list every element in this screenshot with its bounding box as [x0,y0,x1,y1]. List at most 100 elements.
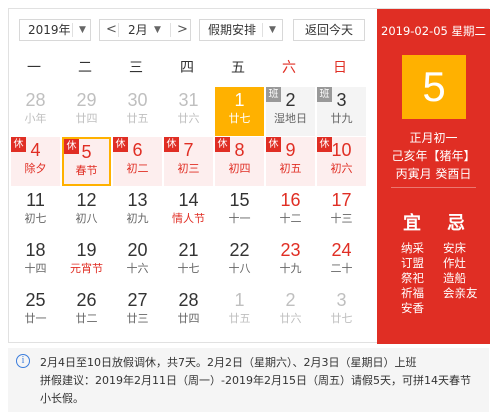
lunar-day-label: 初八 [75,212,98,225]
chevron-down-icon: ▼ [154,25,161,35]
lunar-day-label: 廿六 [177,112,200,125]
day-cell[interactable]: 22 十八 [215,237,264,286]
day-cell[interactable]: 31 廿六 [164,87,213,136]
lunar-day-label: 春节 [75,164,98,177]
day-cell[interactable]: 休 4 除夕 [11,137,60,186]
lunar-day-label: 十三 [330,212,353,225]
ji-label: 忌 [447,213,465,234]
holiday-select[interactable]: 假期安排 ▼ [199,19,283,41]
day-cell[interactable]: 23 十九 [266,237,315,286]
day-cell[interactable]: 13 初九 [113,187,162,236]
day-cell[interactable]: 12 初八 [62,187,111,236]
day-number: 7 [183,140,194,160]
day-number: 24 [331,240,352,260]
next-month-button[interactable]: > [177,20,188,40]
lunar-day-label: 廿七 [228,112,251,125]
day-number: 3 [336,90,347,110]
day-number: 16 [280,190,301,210]
day-number: 15 [229,190,250,210]
lunar-day-label: 情人节 [172,212,205,225]
lunar-day-label: 廿一 [24,312,47,325]
day-cell[interactable]: 17 十三 [317,187,366,236]
weekday-label: 三 [129,60,143,76]
day-number: 28 [178,290,199,310]
month-select-value: 2月 [128,23,148,37]
day-number: 29 [76,90,97,110]
lunar-day-label: 小年 [24,112,47,125]
day-number: 21 [178,240,199,260]
day-cell[interactable]: 15 十一 [215,187,264,236]
lunar-day-label: 廿三 [126,312,149,325]
lunar-day-label: 二十 [330,262,353,275]
day-cell[interactable]: 24 二十 [317,237,366,286]
day-cell[interactable]: 1 廿五 [215,287,264,336]
day-cell[interactable]: 30 廿五 [113,87,162,136]
day-cell[interactable]: 休 6 初二 [113,137,162,186]
weekday-header: 一二三四五六日 [9,53,377,83]
ganzhi-year: 己亥年【猪年】 [391,149,476,163]
day-number: 2 [285,290,296,310]
month-select[interactable]: < 2月 ▼ > [99,19,191,41]
yi-item: 祭祀 [401,271,424,285]
day-cell[interactable]: 3 廿七 [317,287,366,336]
day-number: 19 [76,240,97,260]
year-select[interactable]: 2019年 ▼ [19,19,91,41]
day-number: 28 [25,90,46,110]
holiday-select-value: 假期安排 [208,23,257,37]
day-number: 18 [25,240,46,260]
day-cell[interactable]: 休 8 初四 [215,137,264,186]
chevron-down-icon: ▼ [269,25,276,35]
back-to-today-button[interactable]: 返回今天 [293,19,365,41]
selected-day-panel: 2019-02-05 星期二 5 正月初一 己亥年【猪年】 丙寅月 癸酉日 宜 … [377,9,490,344]
weekday-label: 五 [231,60,245,76]
day-cell[interactable]: 班 3 廿九 [317,87,366,136]
day-number: 10 [331,140,352,160]
yi-item: 订盟 [401,256,424,270]
prev-month-button[interactable]: < [106,20,117,40]
chevron-down-icon: ▼ [79,25,86,35]
lunar-day-label: 初五 [279,162,302,175]
ji-item: 安床 [443,241,466,255]
day-number: 12 [76,190,97,210]
day-cell[interactable]: 26 廿二 [62,287,111,336]
day-cell[interactable]: 18 十四 [11,237,60,286]
ji-item: 造船 [443,271,466,285]
day-cell[interactable]: 班 2 湿地日 [266,87,315,136]
day-number: 1 [234,290,245,310]
day-cell[interactable]: 1 廿七 [215,87,264,136]
day-cell[interactable]: 休 7 初三 [164,137,213,186]
lunar-day-label: 除夕 [24,162,47,175]
info-icon: i [16,354,30,368]
day-cell[interactable]: 21 十七 [164,237,213,286]
lunar-day-label: 廿六 [279,312,302,325]
lunar-day-label: 十八 [228,262,251,275]
day-cell[interactable]: 休 9 初五 [266,137,315,186]
day-cell[interactable]: 2 廿六 [266,287,315,336]
lunar-day-label: 初三 [177,162,200,175]
lunar-day-label: 初二 [126,162,149,175]
day-cell[interactable]: 11 初七 [11,187,60,236]
day-number: 5 [81,142,92,162]
yi-item: 纳采 [401,241,424,255]
day-cell[interactable]: 19 元宵节 [62,237,111,286]
day-number: 17 [331,190,352,210]
day-cell[interactable]: 28 廿四 [164,287,213,336]
lunar-day-label: 初七 [24,212,47,225]
ji-item: 会亲友 [443,286,478,300]
weekday-label: 一 [27,60,41,76]
day-cell[interactable]: 25 廿一 [11,287,60,336]
day-cell[interactable]: 20 十六 [113,237,162,286]
day-number: 11 [26,190,45,210]
day-cell[interactable]: 14 情人节 [164,187,213,236]
day-cell[interactable]: 27 廿三 [113,287,162,336]
day-cell[interactable]: 休 10 初六 [317,137,366,186]
panel-divider [391,187,476,188]
year-select-value: 2019年 [28,23,71,37]
day-cell[interactable]: 休 5 春节 [62,137,111,186]
day-cell[interactable]: 28 小年 [11,87,60,136]
day-cell[interactable]: 16 十二 [266,187,315,236]
lunar-day-label: 廿四 [75,112,98,125]
info-line-2: 拼假建议：2019年2月11日（周一）-2019年2月15日（周五）请假5天，可… [40,374,471,387]
day-number: 13 [127,190,148,210]
day-cell[interactable]: 29 廿四 [62,87,111,136]
